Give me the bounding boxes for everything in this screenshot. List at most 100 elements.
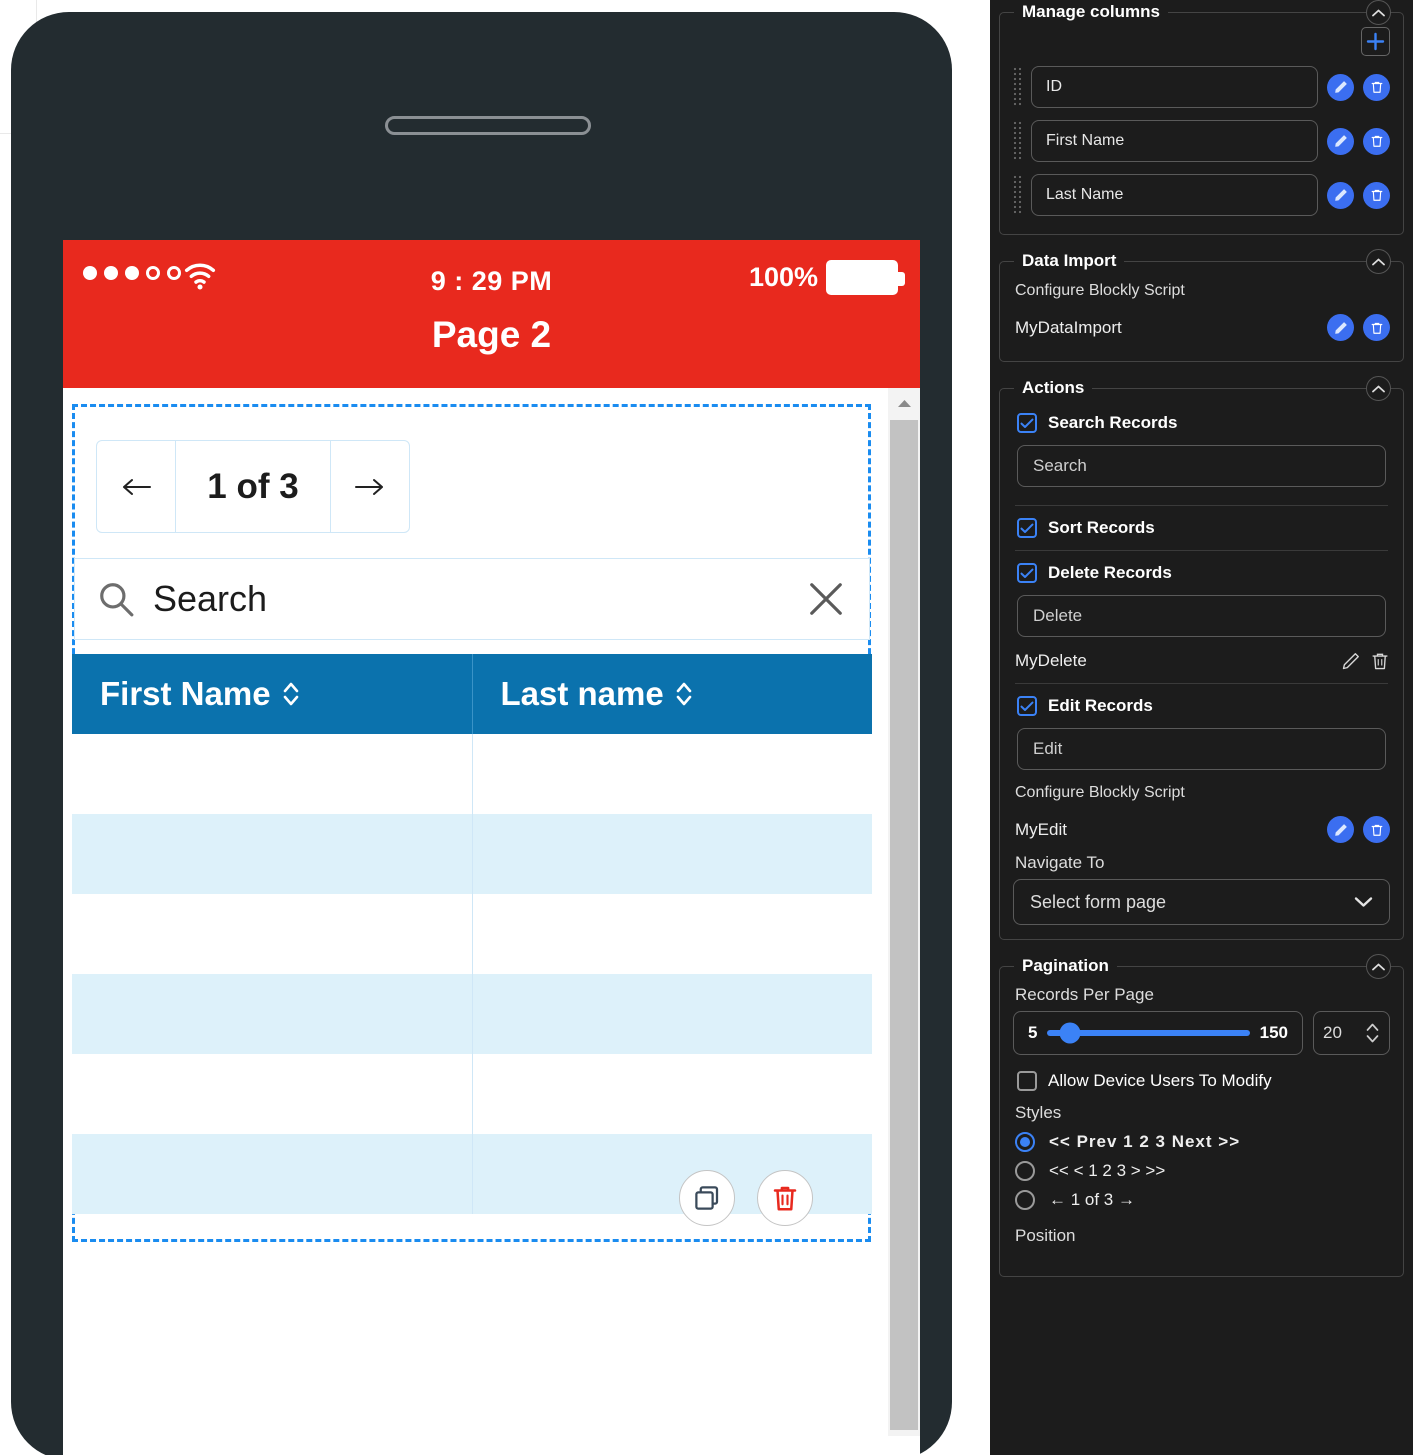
check-icon	[1020, 568, 1034, 578]
pager-prev-button[interactable]	[97, 441, 175, 532]
table-search-bar[interactable]: Search	[74, 558, 870, 640]
drag-handle-icon[interactable]	[1013, 120, 1022, 162]
search-records-checkbox[interactable]	[1017, 413, 1037, 433]
trash-icon	[773, 1186, 797, 1211]
data-import-section: Data Import Configure Blockly Script MyD…	[999, 249, 1404, 362]
pencil-icon	[1334, 823, 1347, 836]
data-import-collapse-button[interactable]	[1366, 249, 1391, 274]
records-per-page-slider[interactable]: 5 150	[1013, 1011, 1303, 1055]
scrollbar-thumb[interactable]	[890, 420, 918, 1430]
battery-indicator: 100%	[749, 260, 905, 295]
pagination-collapse-button[interactable]	[1366, 954, 1391, 979]
scrollbar-up-button[interactable]	[888, 388, 920, 418]
edit-records-checkbox-row[interactable]: Edit Records	[1017, 696, 1390, 716]
drag-handle-icon[interactable]	[1013, 66, 1022, 108]
table-row[interactable]	[72, 894, 872, 974]
delete-records-checkbox[interactable]	[1017, 563, 1037, 583]
records-per-page-label: Records Per Page	[1015, 985, 1154, 1004]
edit-column-button[interactable]	[1327, 73, 1354, 101]
delete-column-button[interactable]	[1363, 127, 1390, 155]
phone-speaker-grille	[385, 116, 591, 135]
edit-script-row: MyEdit	[1015, 816, 1390, 843]
allow-modify-label: Allow Device Users To Modify	[1048, 1071, 1272, 1090]
edit-column-button[interactable]	[1327, 181, 1354, 209]
delete-script-row: MyDelete	[1015, 651, 1390, 671]
sort-records-checkbox-row[interactable]: Sort Records	[1017, 518, 1390, 538]
trash-icon[interactable]	[1370, 651, 1390, 671]
data-import-script-name: MyDataImport	[1015, 317, 1122, 337]
pagination-style-radio[interactable]	[1015, 1132, 1035, 1152]
table-row[interactable]	[72, 1054, 872, 1134]
pencil-icon	[1334, 321, 1347, 334]
table-cell	[471, 974, 873, 1054]
navigate-to-select[interactable]: Select form page	[1013, 879, 1390, 925]
duplicate-icon	[695, 1186, 719, 1210]
delete-action-input[interactable]	[1017, 595, 1386, 637]
delete-column-button[interactable]	[1363, 181, 1390, 209]
data-import-title: Data Import	[1014, 251, 1125, 271]
phone-screen-body: 1 of 3 Search First Name Last name	[63, 388, 920, 1436]
edit-action-input[interactable]	[1017, 728, 1386, 770]
delete-records-checkbox-row[interactable]: Delete Records	[1017, 563, 1390, 583]
table-pager[interactable]: 1 of 3	[96, 440, 410, 533]
edit-column-button[interactable]	[1327, 127, 1354, 155]
manage-columns-collapse-button[interactable]	[1366, 0, 1391, 25]
table-column-header[interactable]: First Name	[72, 654, 472, 734]
table-row[interactable]	[72, 814, 872, 894]
actions-collapse-button[interactable]	[1366, 376, 1391, 401]
records-per-page-spinner[interactable]: 20	[1313, 1011, 1390, 1055]
allow-modify-checkbox-row[interactable]: Allow Device Users To Modify	[1017, 1071, 1390, 1091]
pager-next-button[interactable]	[331, 441, 409, 532]
column-name-input[interactable]	[1031, 66, 1318, 108]
trash-icon	[1371, 135, 1382, 147]
check-icon	[1020, 418, 1034, 428]
close-x-icon[interactable]	[807, 580, 845, 618]
column-name-input[interactable]	[1031, 174, 1318, 216]
delete-column-button[interactable]	[1363, 73, 1390, 101]
preview-scrollbar[interactable]	[888, 388, 920, 1436]
table-row[interactable]	[72, 734, 872, 814]
pagination-title: Pagination	[1014, 956, 1117, 976]
drag-handle-icon[interactable]	[1013, 174, 1022, 216]
pagination-section: Pagination Records Per Page 5 150 20 All…	[999, 954, 1404, 1277]
delete-widget-button[interactable]	[757, 1170, 813, 1226]
allow-modify-checkbox[interactable]	[1017, 1071, 1037, 1091]
left-arrow-icon	[123, 478, 151, 495]
edit-script-button[interactable]	[1327, 816, 1354, 843]
edit-script-actions	[1327, 816, 1390, 843]
edit-records-label: Edit Records	[1048, 696, 1153, 715]
table-cell	[72, 734, 472, 814]
trash-icon	[1371, 189, 1382, 201]
chevron-down-icon	[1354, 897, 1373, 907]
duplicate-widget-button[interactable]	[679, 1170, 735, 1226]
search-records-checkbox-row[interactable]: Search Records	[1017, 413, 1390, 433]
right-arrow-icon	[355, 478, 383, 495]
pagination-style-option[interactable]: << Prev 1 2 3 Next >>	[1015, 1132, 1390, 1152]
table-row[interactable]	[72, 974, 872, 1054]
edit-records-checkbox[interactable]	[1017, 696, 1037, 716]
app-root: 9 : 29 PM 100% Page 2 1 of 3 Search Firs…	[0, 0, 1413, 1455]
pencil-icon	[1334, 135, 1347, 147]
divider	[1015, 683, 1388, 684]
add-column-button[interactable]	[1361, 27, 1390, 56]
column-name-input[interactable]	[1031, 120, 1318, 162]
phone-frame: 9 : 29 PM 100% Page 2 1 of 3 Search Firs…	[11, 12, 952, 1455]
slider-thumb[interactable]	[1059, 1022, 1081, 1044]
pagination-style-radio[interactable]	[1015, 1190, 1035, 1210]
table-cell	[72, 894, 472, 974]
navigate-to-selected-value: Select form page	[1030, 891, 1167, 912]
delete-script-button[interactable]	[1363, 816, 1390, 843]
table-column-header[interactable]: Last name	[471, 654, 873, 734]
pencil-icon	[1334, 81, 1347, 93]
slider-track[interactable]	[1047, 1022, 1250, 1044]
records-per-page-value: 20	[1323, 1023, 1342, 1042]
pencil-icon[interactable]	[1341, 651, 1361, 671]
sort-records-checkbox[interactable]	[1017, 518, 1037, 538]
delete-script-button[interactable]	[1363, 314, 1390, 341]
edit-script-button[interactable]	[1327, 314, 1354, 341]
spinner-updown-icon[interactable]	[1365, 1021, 1380, 1045]
pagination-style-option[interactable]: ← 1 of 3 →	[1015, 1190, 1390, 1210]
search-action-input[interactable]	[1017, 445, 1386, 487]
pagination-style-radio[interactable]	[1015, 1161, 1035, 1181]
pagination-style-option[interactable]: << < 1 2 3 > >>	[1015, 1161, 1390, 1181]
